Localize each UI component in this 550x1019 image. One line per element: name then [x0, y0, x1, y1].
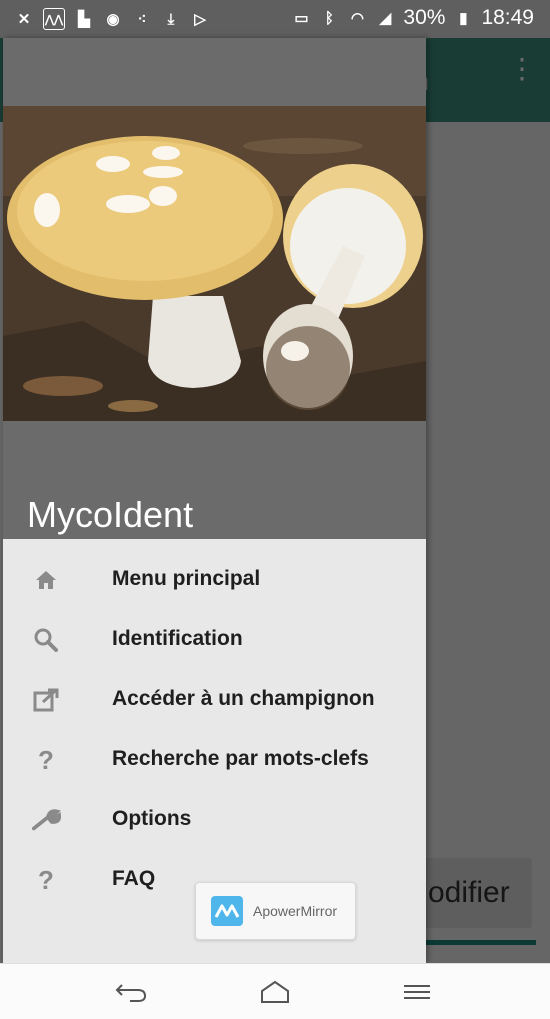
menu-item-label: Recherche par mots-clefs	[112, 747, 369, 770]
menu-item-label: Identification	[112, 627, 243, 650]
wrench-icon	[31, 805, 61, 835]
drawer-menu: Menu principal Identification Accéder à …	[3, 551, 426, 911]
notification-icons: ✕ ⋀⋀ ▙ ◉ ⁖ ⤓ ▷	[14, 8, 210, 30]
menu-item-label: Accéder à un champignon	[112, 687, 375, 710]
menu-item-label: Options	[112, 807, 192, 830]
open-external-icon	[31, 685, 61, 715]
menu-item-identification[interactable]: Identification	[3, 611, 426, 671]
app-name: MycoIdent	[27, 494, 194, 535]
signal-icon: ◢	[379, 10, 392, 27]
menu-item-label: Menu principal	[112, 567, 261, 590]
tools-icon: ✕	[17, 11, 31, 28]
drawer-header: MycoIdent	[3, 38, 426, 539]
system-navigation-bar	[0, 963, 550, 1019]
menu-item-label: FAQ	[112, 867, 156, 890]
menu-item-options[interactable]: Options	[3, 791, 426, 851]
sync-icon: ◉	[106, 11, 120, 28]
menu-item-main-menu[interactable]: Menu principal	[3, 551, 426, 611]
apowermirror-label: ApowerMirror	[253, 903, 338, 919]
apowermirror-logo-icon	[211, 896, 243, 926]
menu-item-access-mushroom[interactable]: Accéder à un champignon	[3, 671, 426, 731]
mirror-app-icon: ⋀⋀	[43, 8, 65, 30]
clock: 18:49	[481, 6, 534, 29]
mushroom-photo	[3, 106, 426, 421]
back-button[interactable]	[112, 976, 152, 1006]
flipboard-icon: ▙	[78, 11, 90, 28]
system-icons: ▭ ᛒ ◠ ◢ 30% ▮ 18:49	[291, 6, 534, 30]
download-icon: ⤓	[167, 10, 175, 28]
search-icon	[31, 625, 61, 655]
play-store-icon: ▷	[194, 11, 206, 28]
bluetooth-icon: ᛒ	[324, 9, 334, 27]
question-icon: ?	[38, 744, 54, 775]
back-icon	[115, 984, 147, 1002]
battery-percent: 30%	[403, 6, 446, 29]
battery-icon: ▮	[459, 10, 468, 27]
navigation-drawer: MycoIdent Menu principal Identification …	[3, 38, 426, 963]
apowermirror-badge[interactable]: ApowerMirror	[195, 882, 356, 940]
home-icon	[31, 565, 61, 595]
recents-button[interactable]	[397, 976, 437, 1006]
home-outline-icon	[261, 980, 289, 1003]
menu-item-keyword-search[interactable]: ? Recherche par mots-clefs	[3, 731, 426, 791]
dots-icon: ⁖	[137, 11, 147, 28]
status-bar: ✕ ⋀⋀ ▙ ◉ ⁖ ⤓ ▷ ▭ ᛒ ◠ ◢ 30% ▮ 18:49	[0, 0, 550, 38]
menu-lines-icon	[404, 985, 430, 999]
home-button[interactable]	[255, 976, 295, 1006]
question-icon: ?	[38, 864, 54, 895]
wifi-icon: ◠	[350, 10, 364, 27]
cast-icon: ▭	[294, 10, 309, 27]
